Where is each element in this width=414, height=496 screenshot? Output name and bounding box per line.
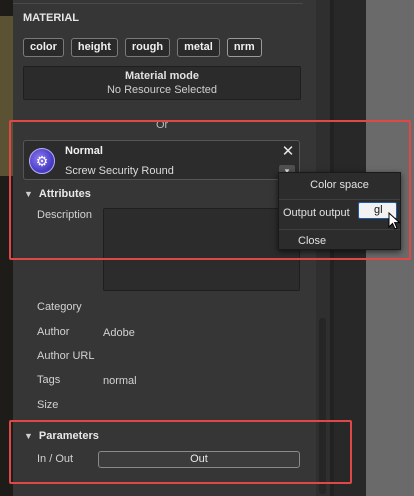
material-mode-slot[interactable]: Material mode No Resource Selected bbox=[23, 66, 301, 100]
category-label: Category bbox=[37, 301, 82, 313]
highlight-box-parameters bbox=[9, 420, 352, 484]
tags-value: normal bbox=[103, 375, 137, 387]
author-url-label: Author URL bbox=[37, 350, 95, 362]
chip-metal[interactable]: metal bbox=[177, 38, 220, 57]
section-title: MATERIAL bbox=[23, 12, 80, 24]
chip-rough[interactable]: rough bbox=[124, 38, 171, 57]
channel-chips: color height rough metal nrm bbox=[23, 38, 262, 57]
material-mode-title: Material mode bbox=[125, 70, 199, 82]
highlight-box-resource bbox=[9, 120, 411, 260]
author-label: Author bbox=[37, 326, 70, 338]
top-divider bbox=[13, 3, 303, 4]
chip-color[interactable]: color bbox=[23, 38, 64, 57]
tags-label: Tags bbox=[37, 374, 61, 386]
size-label: Size bbox=[37, 399, 59, 411]
chip-height[interactable]: height bbox=[70, 38, 118, 57]
material-mode-value: No Resource Selected bbox=[106, 84, 218, 96]
chip-nrm[interactable]: nrm bbox=[226, 38, 262, 57]
author-value: Adobe bbox=[103, 327, 135, 339]
